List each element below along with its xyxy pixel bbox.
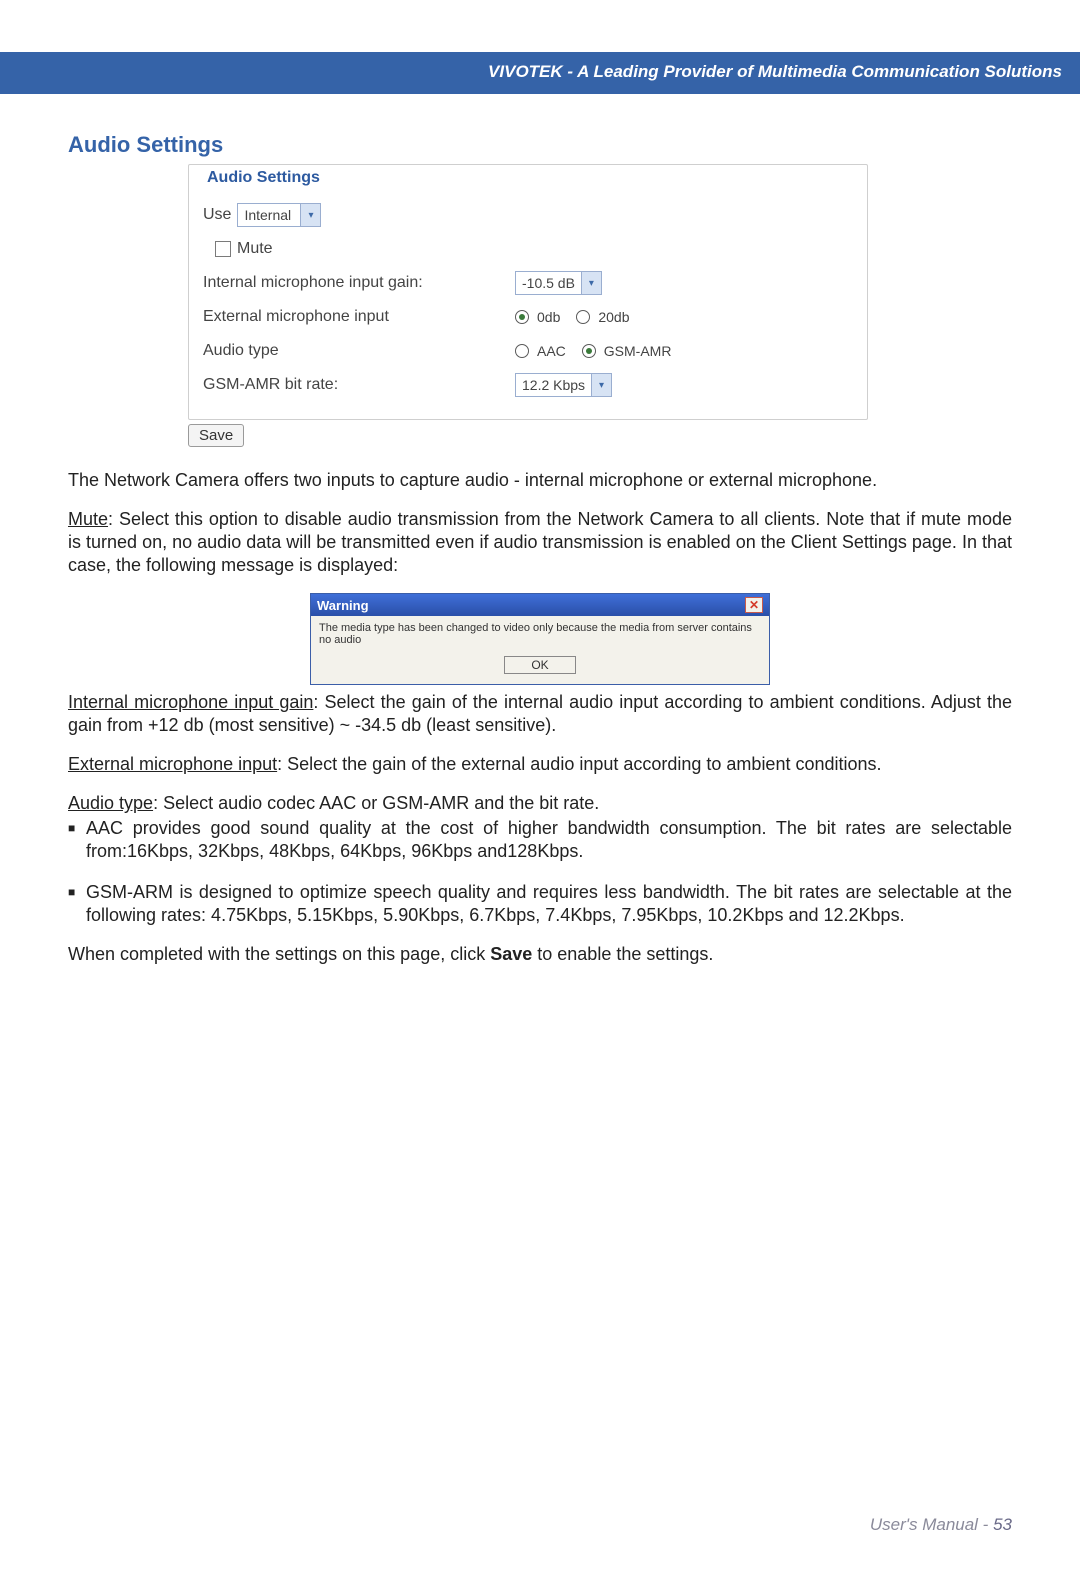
bitrate-select[interactable]: 12.2 Kbps ▾ [515,373,612,397]
section-title: Audio Settings [68,132,1012,158]
external-0db-radio[interactable] [515,310,529,324]
gsm-amr-radio[interactable] [582,344,596,358]
ext-rest: : Select the gain of the external audio … [277,754,881,774]
mute-row: Mute [215,235,853,263]
footer-label: User's Manual - [870,1515,993,1534]
internal-gain-select[interactable]: -10.5 dB ▾ [515,271,602,295]
bullet-gsm-text: GSM-ARM is designed to optimize speech q… [86,881,1012,927]
warning-dialog-wrap: Warning ✕ The media type has been change… [68,593,1012,685]
paragraph-internal-gain: Internal microphone input gain: Select t… [68,691,1012,737]
paragraph-external-input: External microphone input: Select the ga… [68,753,1012,776]
bullet-aac: ■ AAC provides good sound quality at the… [68,817,1012,863]
footer-page-number: 53 [993,1515,1012,1534]
dialog-message: The media type has been changed to video… [319,622,761,646]
bullet-aac-text: AAC provides good sound quality at the c… [86,817,1012,863]
internal-gain-row: Internal microphone input gain: -10.5 dB… [203,269,853,297]
internal-gain-label: Internal microphone input gain: [203,274,515,292]
chevron-down-icon: ▾ [300,204,320,226]
external-input-label: External microphone input [203,308,515,326]
paragraph-intro: The Network Camera offers two inputs to … [68,469,1012,492]
mute-rest: : Select this option to disable audio tr… [68,509,1012,575]
external-20db-label: 20db [598,309,629,325]
final-bold: Save [490,944,532,964]
mute-checkbox[interactable] [215,241,231,257]
bullet-gsm: ■ GSM-ARM is designed to optimize speech… [68,881,1012,927]
external-input-row: External microphone input 0db 20db [203,303,853,331]
audio-settings-fieldset: Audio Settings Use Internal ▾ Mute Inter… [188,164,868,420]
close-icon[interactable]: ✕ [745,597,763,613]
mute-label: Mute [237,240,273,258]
gsm-amr-label: GSM-AMR [604,343,672,359]
dialog-titlebar: Warning ✕ [311,594,769,616]
ext-underline: External microphone input [68,754,277,774]
page-header: VIVOTEK - A Leading Provider of Multimed… [0,52,1080,92]
page-footer: User's Manual - 53 [870,1515,1012,1535]
dialog-title-text: Warning [317,598,369,613]
save-button[interactable]: Save [188,424,244,447]
paragraph-audio-type: Audio type: Select audio codec AAC or GS… [68,792,1012,815]
atype-rest: : Select audio codec AAC or GSM-AMR and … [153,793,599,813]
use-select-value: Internal [238,204,300,226]
mute-underline: Mute [68,509,108,529]
dialog-body: The media type has been changed to video… [311,616,769,684]
external-20db-radio[interactable] [576,310,590,324]
use-select[interactable]: Internal ▾ [237,203,321,227]
atype-underline: Audio type [68,793,153,813]
use-label: Use [203,206,231,224]
chevron-down-icon: ▾ [581,272,601,294]
aac-radio[interactable] [515,344,529,358]
header-underline [0,92,1080,94]
chevron-down-icon: ▾ [591,374,611,396]
bitrate-row: GSM-AMR bit rate: 12.2 Kbps ▾ [203,371,853,399]
warning-dialog: Warning ✕ The media type has been change… [310,593,770,685]
intgain-underline: Internal microphone input gain [68,692,313,712]
external-0db-label: 0db [537,309,560,325]
final-pre: When completed with the settings on this… [68,944,490,964]
bullet-icon: ■ [68,881,86,927]
internal-gain-value: -10.5 dB [516,272,581,294]
final-post: to enable the settings. [532,944,713,964]
audio-type-label: Audio type [203,342,515,360]
ok-button[interactable]: OK [504,656,575,674]
paragraph-mute: Mute: Select this option to disable audi… [68,508,1012,577]
use-row: Use Internal ▾ [203,201,853,229]
bullet-icon: ■ [68,817,86,863]
aac-label: AAC [537,343,566,359]
audio-type-row: Audio type AAC GSM-AMR [203,337,853,365]
header-brand-text: VIVOTEK - A Leading Provider of Multimed… [488,62,1062,81]
bitrate-value: 12.2 Kbps [516,374,591,396]
bitrate-label: GSM-AMR bit rate: [203,376,515,394]
paragraph-final: When completed with the settings on this… [68,943,1012,966]
fieldset-legend: Audio Settings [203,169,324,187]
